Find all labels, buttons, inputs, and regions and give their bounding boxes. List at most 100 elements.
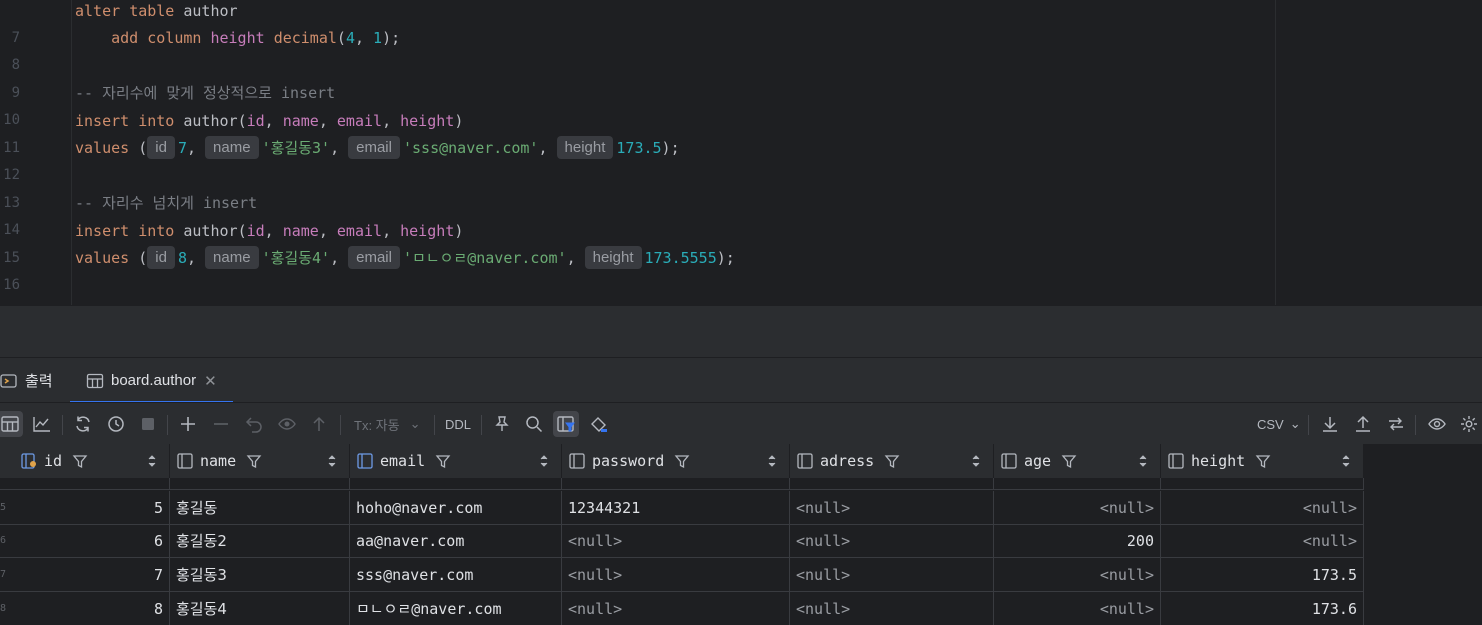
keyword: into	[138, 112, 175, 130]
code-line[interactable]: 16 values (id 8, name '홍길동4', email 'ㅁㄴㅇㄹ@n…	[0, 245, 1270, 293]
sort-icon[interactable]	[147, 453, 157, 469]
column-name: height	[400, 222, 455, 240]
refresh-icon[interactable]	[70, 411, 96, 437]
column-header-id[interactable]: id	[14, 444, 170, 478]
cell-id[interactable]: 8	[14, 592, 170, 625]
filter-icon[interactable]	[1255, 453, 1271, 469]
sort-icon[interactable]	[1341, 453, 1351, 469]
cell-age[interactable]: <null>	[994, 592, 1161, 625]
tab-board-author[interactable]: board.author ✕	[70, 358, 233, 403]
filter-icon[interactable]	[72, 453, 88, 469]
cell-age[interactable]: <null>	[994, 558, 1161, 592]
close-icon[interactable]: ✕	[204, 372, 217, 390]
tab-label: board.author	[111, 372, 197, 389]
chart-view-icon[interactable]	[29, 411, 55, 437]
cell-email[interactable]: hoho@naver.com	[350, 491, 562, 525]
code-line[interactable]: 12 values (id 7, name '홍길동3', email'sss@na…	[0, 135, 1270, 183]
delete-row-icon[interactable]	[208, 411, 234, 437]
filter-icon[interactable]	[435, 453, 451, 469]
highlight-paint-icon[interactable]	[586, 411, 612, 437]
table-row[interactable]: 6 6 홍길동2 aa@naver.com <null> <null> 200 …	[0, 524, 1364, 558]
column-header-age[interactable]: age	[994, 444, 1161, 478]
cell-height[interactable]: <null>	[1161, 491, 1364, 525]
cell-name[interactable]: 홍길동4	[170, 592, 350, 625]
cell-adress[interactable]: <null>	[790, 592, 994, 625]
column-name: height	[400, 112, 455, 130]
cell-email[interactable]: ㅁㄴㅇㄹ@naver.com	[350, 592, 562, 625]
code-line[interactable]: 11 insert into author(id, name, email, h…	[0, 108, 1270, 156]
cell-password[interactable]: <null>	[562, 524, 790, 558]
cell-name[interactable]: 홍길동2	[170, 524, 350, 558]
keyword: values	[75, 249, 130, 267]
cell-id[interactable]: 5	[14, 491, 170, 525]
filter-panel-icon[interactable]	[553, 411, 579, 437]
cell-age[interactable]: 200	[994, 524, 1161, 558]
cell-height[interactable]: 173.5	[1161, 558, 1364, 592]
keyword: alter	[75, 2, 121, 20]
code-line[interactable]: 13	[0, 163, 1270, 211]
stop-icon[interactable]	[135, 411, 161, 437]
view-eye-icon[interactable]	[1424, 411, 1450, 437]
number: 4	[345, 29, 355, 47]
unique-column-icon	[356, 452, 374, 470]
pin-icon[interactable]	[489, 411, 515, 437]
submit-icon[interactable]	[306, 411, 332, 437]
code-line[interactable]: 9	[0, 53, 1270, 101]
preview-changes-icon[interactable]	[274, 411, 300, 437]
cell-email[interactable]: aa@naver.com	[350, 524, 562, 558]
filter-icon[interactable]	[674, 453, 690, 469]
sort-icon[interactable]	[327, 453, 337, 469]
cell-adress[interactable]: <null>	[790, 491, 994, 525]
cell-id[interactable]: 6	[14, 524, 170, 558]
upload-icon[interactable]	[1350, 411, 1376, 437]
cell-email[interactable]: sss@naver.com	[350, 558, 562, 592]
tab-output[interactable]: 출력	[0, 358, 53, 403]
cell-id[interactable]: 7	[14, 558, 170, 592]
table-row[interactable]: 7 7 홍길동3 sss@naver.com <null> <null> <nu…	[0, 558, 1364, 592]
code-line[interactable]: 14 -- 자리수 넘치게 insert	[0, 190, 1270, 238]
sort-icon[interactable]	[971, 453, 981, 469]
revert-icon[interactable]	[241, 411, 267, 437]
cell-height[interactable]: <null>	[1161, 524, 1364, 558]
code-line[interactable]: 8 add column height decimal(4, 1);	[0, 25, 1270, 73]
column-header-password[interactable]: password	[562, 444, 790, 478]
filter-icon[interactable]	[1061, 453, 1077, 469]
cell-adress[interactable]: <null>	[790, 524, 994, 558]
table-row[interactable]: 8 8 홍길동4 ㅁㄴㅇㄹ@naver.com <null> <null> <n…	[0, 592, 1364, 625]
cell-name[interactable]: 홍길동3	[170, 558, 350, 592]
sort-icon[interactable]	[1138, 453, 1148, 469]
table-row[interactable]: 5 5 홍길동 hoho@naver.com 12344321 <null> <…	[0, 491, 1364, 525]
export-format-dropdown[interactable]: CSV ⌄	[1257, 411, 1301, 437]
column-header-adress[interactable]: adress	[790, 444, 994, 478]
code-line[interactable]: 15 insert into author(id, name, email, h…	[0, 218, 1270, 266]
filter-icon[interactable]	[246, 453, 262, 469]
download-icon[interactable]	[1317, 411, 1343, 437]
add-row-icon[interactable]	[175, 411, 201, 437]
code-line[interactable]: 7 alter table author	[0, 0, 1270, 46]
compare-icon[interactable]	[1383, 411, 1409, 437]
column-header-height[interactable]: height	[1161, 444, 1364, 478]
sort-icon[interactable]	[767, 453, 777, 469]
cell-adress[interactable]: <null>	[790, 558, 994, 592]
cell-password[interactable]: 12344321	[562, 491, 790, 525]
cell-age[interactable]: <null>	[994, 491, 1161, 525]
column-header-name[interactable]: name	[170, 444, 350, 478]
cell-password[interactable]: <null>	[562, 592, 790, 625]
panel-splitter[interactable]	[0, 305, 1482, 357]
cell-name[interactable]: 홍길동	[170, 491, 350, 525]
sort-icon[interactable]	[539, 453, 549, 469]
cell-password[interactable]: <null>	[562, 558, 790, 592]
cell-height[interactable]: 173.6	[1161, 592, 1364, 625]
ddl-button[interactable]: DDL	[445, 411, 471, 437]
string-literal: 'sss@naver.com'	[402, 139, 539, 157]
transaction-mode-dropdown[interactable]: Tx: 자동 ⌄	[354, 411, 421, 437]
sql-editor[interactable]: 7 alter table author 8 add column height…	[0, 0, 1482, 305]
history-clock-icon[interactable]	[103, 411, 129, 437]
code-line[interactable]: 10 -- 자리수에 맞게 정상적으로 insert	[0, 80, 1270, 128]
table-view-icon[interactable]	[0, 411, 23, 437]
filter-icon[interactable]	[884, 453, 900, 469]
search-icon[interactable]	[521, 411, 547, 437]
column-header-email[interactable]: email	[350, 444, 562, 478]
cell	[1161, 478, 1364, 489]
gear-icon[interactable]	[1456, 411, 1482, 437]
